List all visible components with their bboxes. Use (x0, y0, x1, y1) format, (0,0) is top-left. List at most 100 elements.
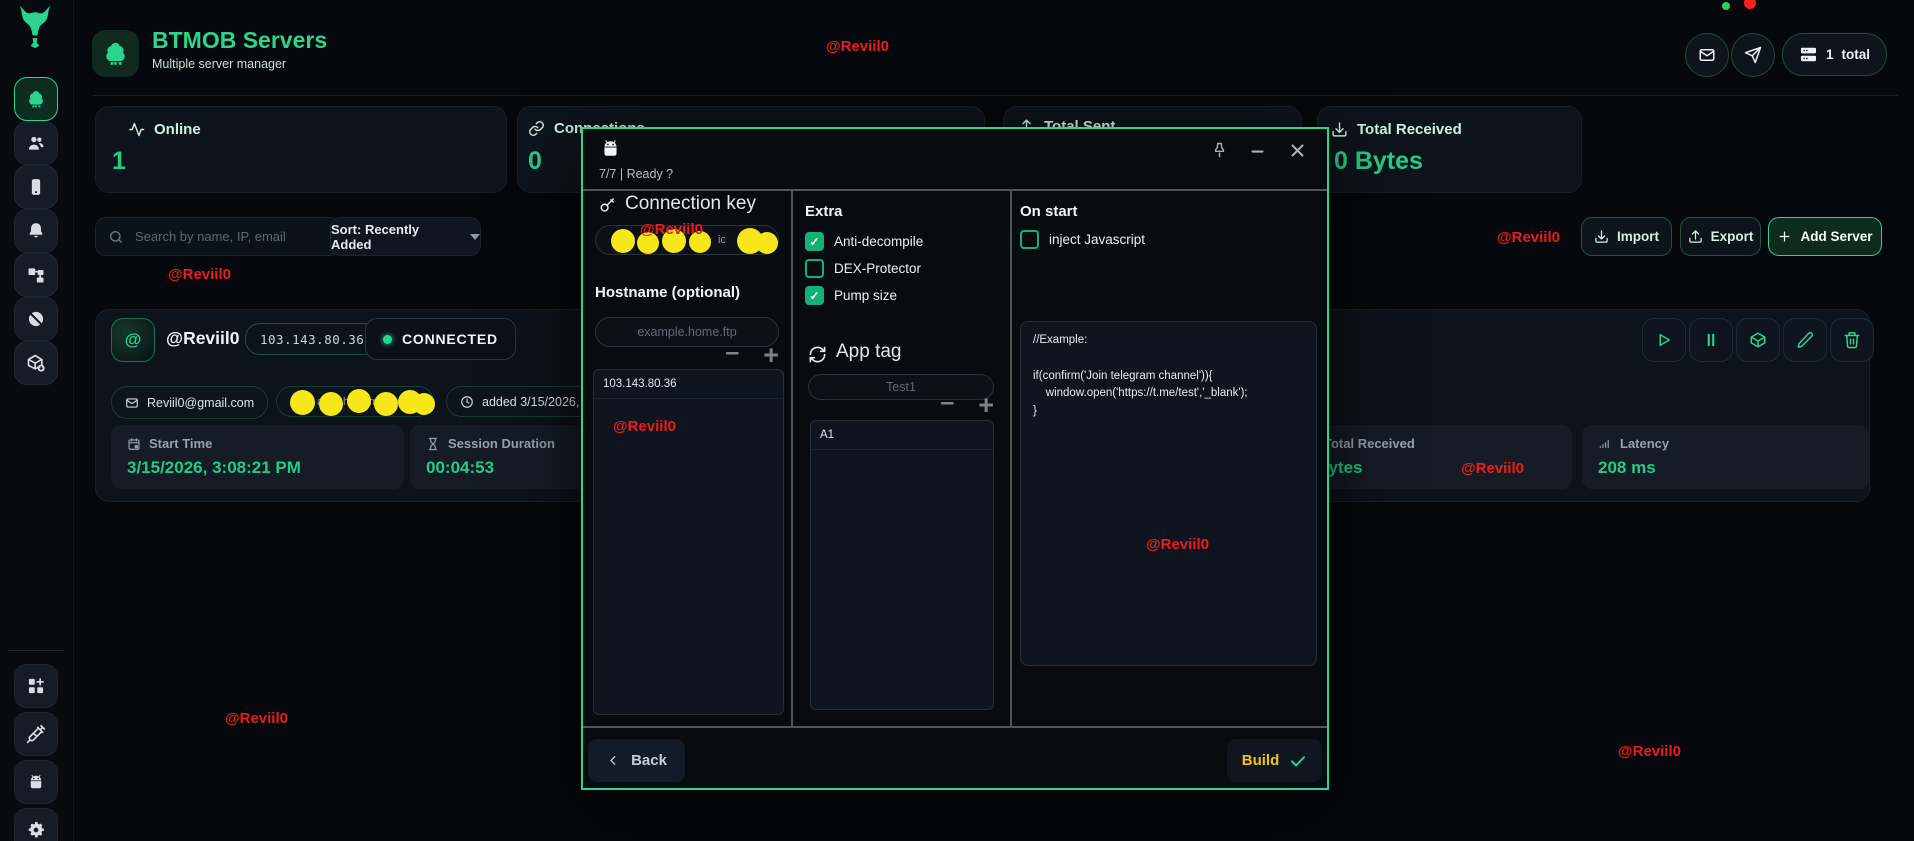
add-host-button[interactable]: + (763, 342, 779, 369)
checkbox-label: Pump size (834, 288, 898, 303)
server-name: @Reviil0 (166, 328, 240, 348)
checkbox-inject-javascript[interactable]: inject Javascript (1020, 230, 1145, 249)
minimize-button[interactable] (1249, 143, 1266, 160)
sidebar (0, 0, 74, 841)
plus-icon (1777, 229, 1792, 244)
pause-button[interactable] (1689, 318, 1733, 362)
modal-status-text: 7/7 | Ready ? (599, 167, 674, 181)
checkbox-dex-protector[interactable]: DEX-Protector (805, 259, 921, 278)
modal-column-divider (1010, 191, 1012, 726)
server-total-badge: 1 total (1782, 33, 1888, 76)
telegram-button[interactable] (1731, 33, 1775, 77)
connection-key-heading: Connection key (625, 193, 756, 214)
stat-value: 1 (112, 147, 126, 175)
redaction-blob (319, 392, 343, 416)
clock-icon (460, 395, 474, 409)
host-list: 103.143.80.36 @Reviil0 (593, 369, 784, 715)
remove-host-button[interactable]: – (725, 340, 739, 365)
watermark: @Reviil0 (1461, 460, 1524, 477)
sidebar-item-injection[interactable] (14, 712, 58, 756)
sidebar-item-blocked[interactable] (14, 297, 58, 341)
status-badge: CONNECTED (365, 318, 516, 360)
pause-icon (1702, 331, 1720, 349)
server-total-count: 1 (1826, 47, 1834, 62)
app-icon (92, 30, 139, 77)
search-input[interactable] (133, 228, 307, 245)
on-start-heading: On start (1020, 203, 1078, 220)
import-button[interactable]: Import (1581, 217, 1672, 256)
stat-label: Total Received (1324, 436, 1415, 451)
sidebar-item-packages[interactable] (14, 341, 58, 385)
sidebar-item-servers[interactable] (14, 77, 58, 121)
key-icon (599, 196, 617, 214)
delete-button[interactable] (1830, 318, 1874, 362)
redaction-blob (756, 232, 778, 254)
play-icon (1655, 331, 1673, 349)
stat-card-online: Online 1 (95, 106, 507, 193)
pin-button[interactable] (1211, 141, 1228, 158)
export-label: Export (1710, 229, 1754, 244)
server-email: Reviil0@gmail.com (147, 395, 255, 410)
sidebar-item-settings[interactable] (14, 808, 58, 841)
sidebar-item-android[interactable] (14, 760, 58, 804)
link-icon (528, 120, 545, 137)
redaction-blob (611, 229, 635, 253)
server-ip-badge: 103.143.80.36 (245, 323, 380, 355)
build-button[interactable]: Build (1227, 739, 1322, 782)
pencil-icon (1796, 331, 1814, 349)
remove-tag-button[interactable]: – (940, 390, 954, 415)
header-divider (93, 95, 1898, 96)
modal-footer-divider (583, 726, 1327, 728)
export-button[interactable]: Export (1680, 217, 1761, 256)
android-icon (599, 137, 622, 160)
start-button[interactable] (1642, 318, 1686, 362)
host-list-controls: – + (683, 340, 779, 369)
sidebar-item-notifications[interactable] (14, 209, 58, 253)
checkbox-pump-size[interactable]: Pump size (805, 286, 897, 305)
refresh-icon[interactable] (808, 345, 827, 364)
package-box-icon (1749, 331, 1767, 349)
server-stack-icon (1799, 45, 1818, 64)
minimize-icon (1249, 143, 1266, 160)
check-icon (1289, 752, 1307, 770)
trash-icon (1843, 331, 1861, 349)
avatar: @ (111, 318, 155, 362)
javascript-code-editor[interactable]: //Example: if(confirm('Join telegram cha… (1020, 321, 1317, 666)
signal-icon (1598, 437, 1612, 451)
watermark: @Reviil0 (168, 266, 231, 283)
window-red-dot (1744, 0, 1756, 9)
sidebar-item-devices[interactable] (14, 165, 58, 209)
stat-value: 00:04:53 (426, 458, 495, 477)
add-tag-button[interactable]: + (978, 392, 994, 419)
users-icon (26, 133, 46, 153)
host-list-item[interactable]: 103.143.80.36 (594, 370, 783, 399)
edit-button[interactable] (1783, 318, 1827, 362)
watermark: @Reviil0 (1146, 536, 1209, 553)
sidebar-item-network[interactable] (14, 253, 58, 297)
stat-label: Start Time (149, 436, 213, 451)
sidebar-item-apps[interactable] (14, 664, 58, 708)
add-server-button[interactable]: Add Server (1768, 217, 1882, 256)
redaction-blob (413, 393, 435, 415)
build-apk-button[interactable] (1736, 318, 1780, 362)
gear-icon (26, 820, 46, 840)
server-email-pill: Reviil0@gmail.com (111, 386, 269, 419)
close-button[interactable] (1289, 142, 1306, 159)
close-icon (1289, 142, 1306, 159)
app-logo-fox-icon (13, 4, 57, 50)
app-tag-list-item[interactable]: A1 (811, 421, 993, 450)
sort-dropdown[interactable]: Sort: Recently Added (330, 217, 481, 256)
app-tag-controls: – + (898, 390, 994, 419)
hourglass-icon (426, 437, 440, 451)
search-box (95, 217, 341, 256)
window-green-dot (1722, 2, 1730, 10)
hostname-input[interactable] (595, 317, 779, 347)
redaction-blob (374, 392, 398, 416)
sitemap-icon (26, 265, 46, 285)
redaction-blob (290, 390, 315, 415)
watermark: @Reviil0 (1618, 743, 1681, 760)
mail-button[interactable] (1685, 33, 1729, 77)
checkbox-anti-decompile[interactable]: Anti-decompile (805, 232, 923, 251)
back-button[interactable]: Back (588, 739, 685, 782)
sidebar-item-users[interactable] (14, 121, 58, 165)
